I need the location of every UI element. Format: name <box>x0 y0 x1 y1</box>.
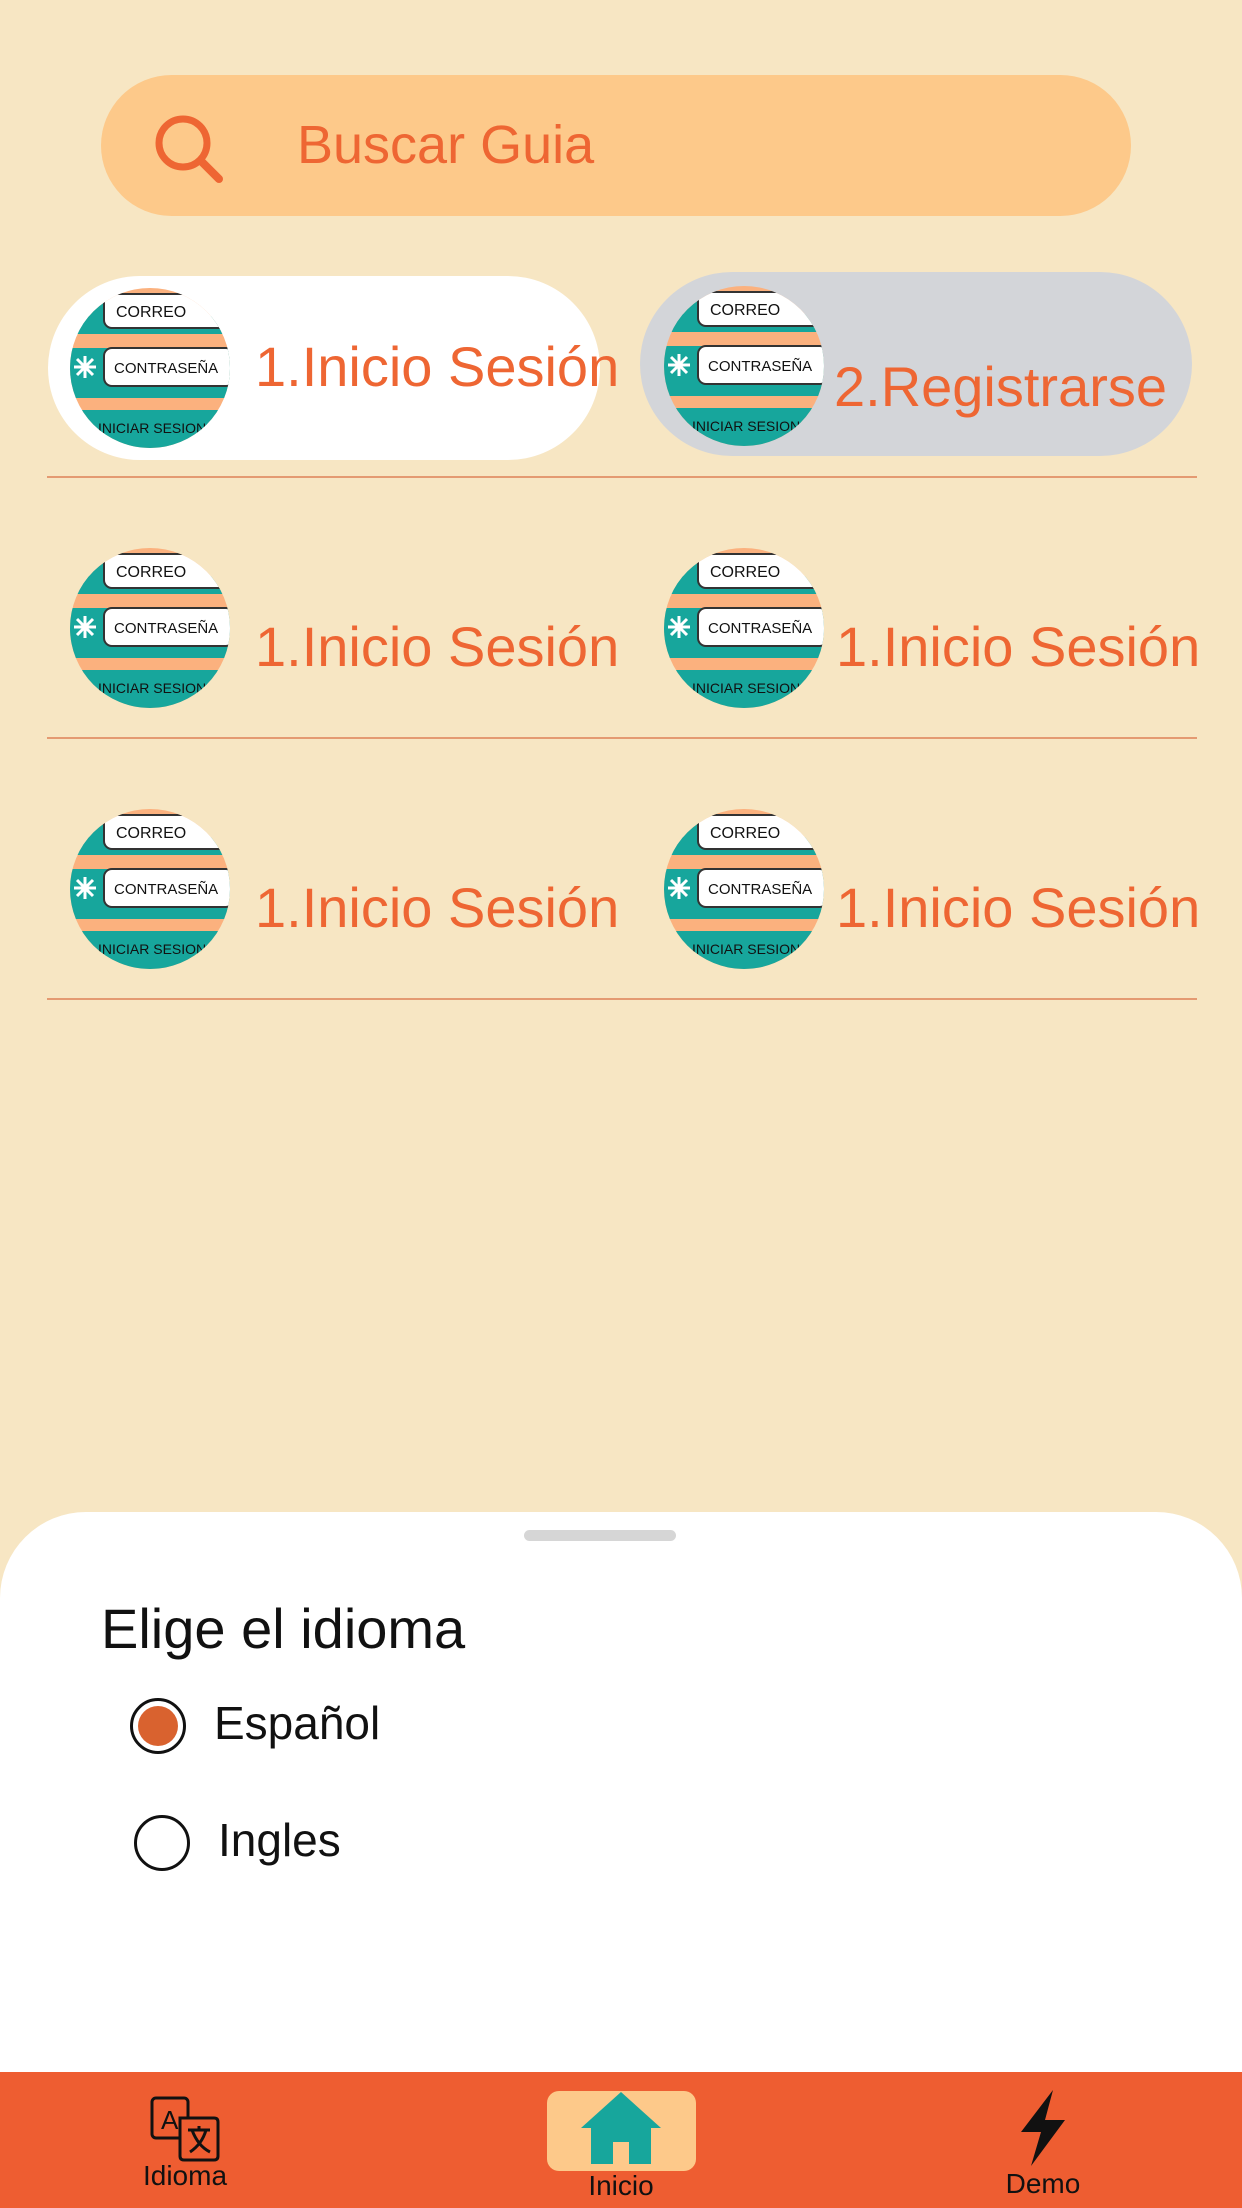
login-thumbnail: CORREO CONTRASEÑA INICIAR SESION <box>664 548 824 708</box>
language-label: Ingles <box>218 1814 341 1866</box>
guide-label: 2.Registrarse <box>834 355 1168 418</box>
radio-button[interactable] <box>134 1815 190 1871</box>
login-thumbnail: CORREO CONTRASEÑA INICIAR SESION <box>664 286 824 446</box>
divider <box>47 998 1197 1000</box>
divider <box>47 737 1197 739</box>
thumbnail-text: CONTRASEÑA <box>114 360 218 377</box>
thumbnail-text: INICIAR SESION <box>98 941 206 957</box>
thumbnail-text: INICIAR SESION <box>692 941 800 957</box>
thumbnail-text: CONTRASEÑA <box>114 881 218 898</box>
translate-icon: A <box>150 2096 220 2162</box>
svg-text:A: A <box>161 2105 179 2135</box>
thumbnail-text: CONTRASEÑA <box>708 620 812 637</box>
guide-label: 1.Inicio Sesión <box>255 876 620 939</box>
thumbnail-text: CONTRASEÑA <box>708 881 812 898</box>
guide-item-6[interactable]: CORREO CONTRASEÑA INICIAR SESION 1.Inicio … <box>640 797 1200 981</box>
guide-label: 1.Inicio Sesión <box>255 335 620 398</box>
thumbnail-text: INICIAR SESION <box>692 680 800 696</box>
thumbnail-text: CORREO <box>116 304 186 321</box>
home-icon <box>579 2090 663 2166</box>
search-input[interactable]: Buscar Guia <box>297 75 594 216</box>
thumbnail-text: CORREO <box>116 564 186 581</box>
radio-dot <box>138 1706 178 1746</box>
guide-label: 1.Inicio Sesión <box>836 615 1201 678</box>
thumbnail-text: CORREO <box>710 564 780 581</box>
nav-label: Idioma <box>142 2160 228 2191</box>
thumbnail-text: CORREO <box>116 825 186 842</box>
guide-label: 1.Inicio Sesión <box>836 876 1201 939</box>
divider <box>47 476 1197 478</box>
search-icon <box>151 111 227 187</box>
thumbnail-text: CONTRASEÑA <box>708 358 812 375</box>
login-thumbnail: CORREO CONTRASEÑA INICIAR SESION <box>70 809 230 969</box>
guide-item-5[interactable]: CORREO CONTRASEÑA INICIAR SESION 1.Inicio … <box>48 797 619 981</box>
lightning-icon <box>1015 2090 1071 2166</box>
nav-item-idioma[interactable]: A Idioma <box>130 2096 240 2192</box>
thumbnail-text: INICIAR SESION <box>98 680 206 696</box>
sheet-drag-handle[interactable] <box>524 1530 676 1541</box>
language-label: Español <box>214 1697 381 1749</box>
sheet-title: Elige el idioma <box>101 1597 466 1660</box>
login-thumbnail: CORREO CONTRASEÑA INICIAR SESION <box>70 548 230 708</box>
bottom-navigation: A Idioma Inicio Demo <box>0 2072 1242 2208</box>
login-thumbnail: CORREO CONTRASEÑA INICIAR SESION <box>70 288 230 448</box>
login-thumbnail: CORREO CONTRASEÑA INICIAR SESION <box>664 809 824 969</box>
nav-item-inicio[interactable]: Inicio <box>566 2090 676 2202</box>
guide-item-1[interactable]: CORREO CONTRASEÑA INICIAR SESION 1.Inicio … <box>48 276 619 460</box>
thumbnail-text: CORREO <box>710 302 780 319</box>
nav-item-demo[interactable]: Demo <box>988 2090 1098 2200</box>
nav-label: Demo <box>1005 2168 1081 2199</box>
guide-label: 1.Inicio Sesión <box>255 615 620 678</box>
search-bar[interactable]: Buscar Guia <box>101 75 1131 216</box>
thumbnail-text: INICIAR SESION <box>98 420 206 436</box>
guide-item-4[interactable]: CORREO CONTRASEÑA INICIAR SESION 1.Inicio … <box>640 536 1200 720</box>
thumbnail-text: CORREO <box>710 825 780 842</box>
guide-item-3[interactable]: CORREO CONTRASEÑA INICIAR SESION 1.Inicio … <box>48 536 619 720</box>
language-bottom-sheet: Elige el idioma Español Ingles <box>0 1512 1242 2072</box>
thumbnail-text: CONTRASEÑA <box>114 620 218 637</box>
radio-button-selected[interactable] <box>130 1698 186 1754</box>
guide-item-2[interactable]: CORREO CONTRASEÑA INICIAR SESION 2.Registr… <box>640 272 1192 456</box>
nav-label: Inicio <box>588 2170 654 2201</box>
thumbnail-text: INICIAR SESION <box>692 418 800 434</box>
